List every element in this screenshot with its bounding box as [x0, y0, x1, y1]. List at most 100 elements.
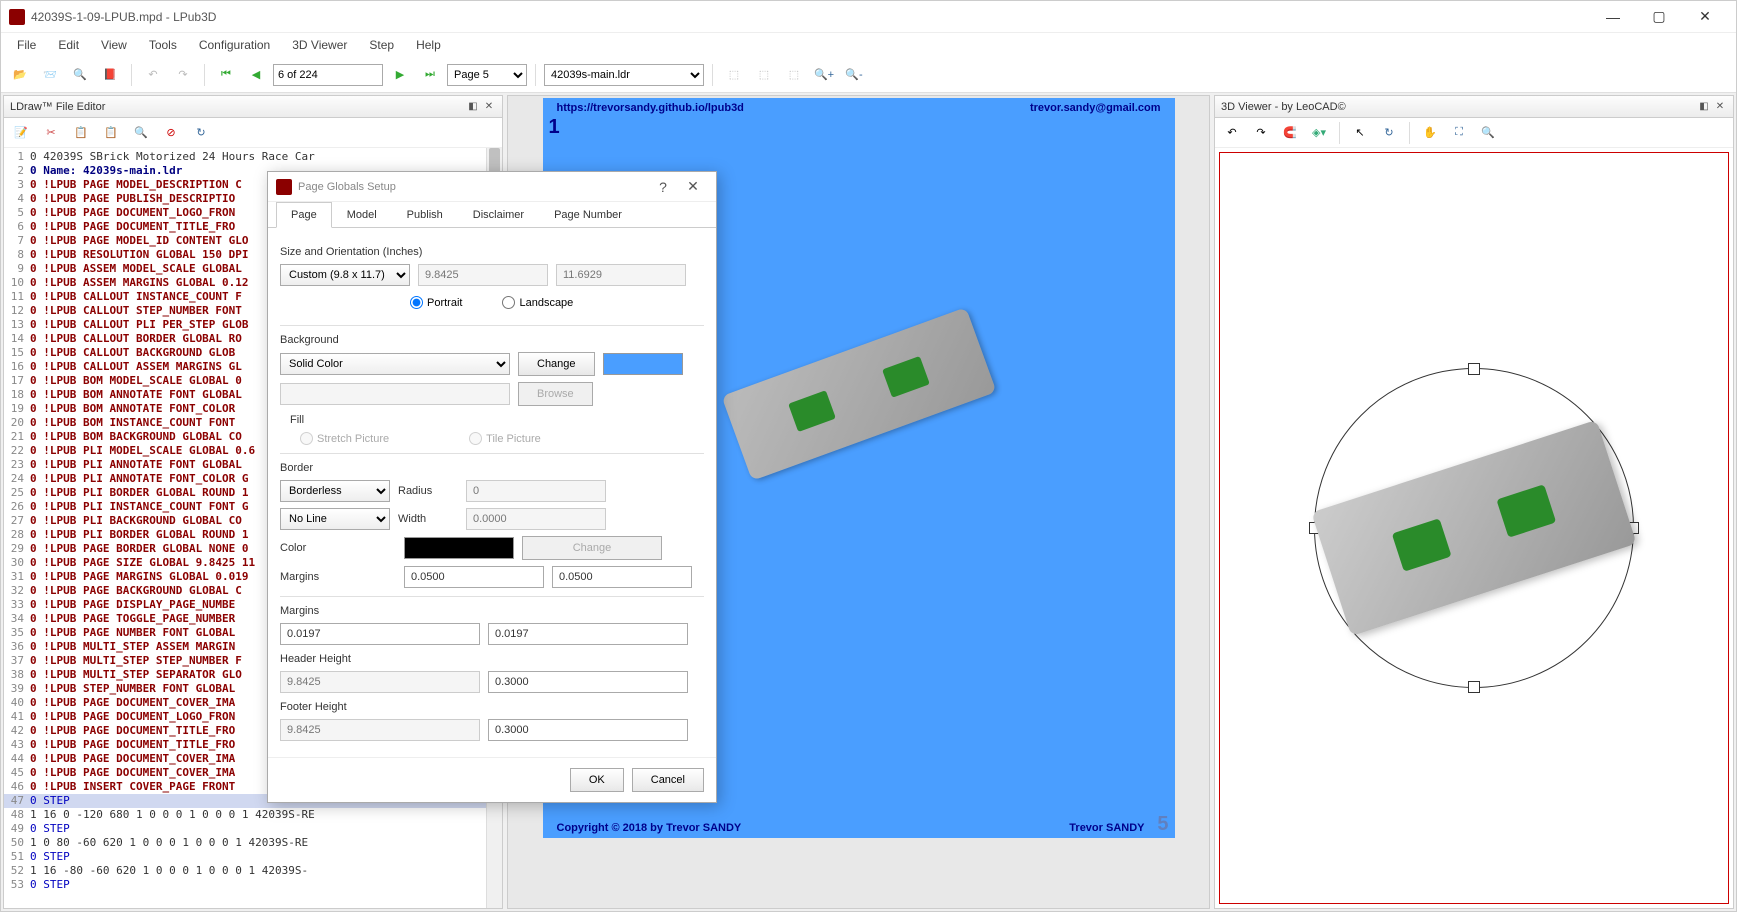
viewer-panel: 3D Viewer - by LeoCAD© ◧ ✕ ↶ ↷ 🧲 ◈▾ ↖ ↻ … [1214, 95, 1734, 909]
pdf-icon[interactable]: 📕 [97, 62, 123, 88]
menu-tools[interactable]: Tools [139, 36, 187, 54]
zoom-region-icon[interactable]: 🔍 [1475, 120, 1501, 146]
titlebar: 42039S-1-09-LPUB.mpd - LPub3D — ▢ ✕ [1, 1, 1736, 33]
width-input [418, 264, 548, 286]
border-line-select[interactable]: No Line [280, 508, 390, 530]
minimize-button[interactable]: — [1590, 2, 1636, 32]
page-margin-x-input[interactable] [280, 623, 480, 645]
close-button[interactable]: ✕ [1682, 2, 1728, 32]
footer-h2-input[interactable] [488, 719, 688, 741]
footer-height-label: Footer Height [280, 701, 704, 713]
panel-close-icon[interactable]: ✕ [482, 100, 496, 114]
page-margin-y-input[interactable] [488, 623, 688, 645]
line-53[interactable]: 530 STEP [4, 878, 502, 892]
line-49[interactable]: 490 STEP [4, 822, 502, 836]
line-51[interactable]: 510 STEP [4, 850, 502, 864]
menu-file[interactable]: File [7, 36, 46, 54]
open-icon[interactable]: 📂 [7, 62, 33, 88]
delete-icon[interactable]: ⊘ [158, 120, 184, 146]
rotate-icon[interactable]: ↻ [1376, 120, 1402, 146]
redo-icon[interactable]: ↷ [170, 62, 196, 88]
viewer-redo-icon[interactable]: ↷ [1248, 120, 1274, 146]
print-icon[interactable]: 🔍 [67, 62, 93, 88]
refresh-icon[interactable]: ↻ [188, 120, 214, 146]
menu-step[interactable]: Step [359, 36, 404, 54]
footer-h1-input [280, 719, 480, 741]
tab-page-number[interactable]: Page Number [539, 202, 637, 228]
menu-3d-viewer[interactable]: 3D Viewer [282, 36, 357, 54]
zoom-in-icon[interactable]: 🔍+ [811, 62, 837, 88]
last-page-icon[interactable]: ⏭ [417, 62, 443, 88]
cube-icon[interactable]: ◈▾ [1306, 120, 1332, 146]
bg-change-button[interactable]: Change [518, 352, 595, 376]
cut-icon[interactable]: ✂ [38, 120, 64, 146]
copy-icon[interactable]: 📋 [68, 120, 94, 146]
menu-help[interactable]: Help [406, 36, 451, 54]
bg-image-input [280, 383, 510, 405]
main-toolbar: 📂 📨 🔍 📕 ↶ ↷ ⏮ ◀ ▶ ⏭ Page 5 42039s-main.l… [1, 57, 1736, 93]
header-h2-input[interactable] [488, 671, 688, 693]
orbit-handle-top[interactable] [1468, 363, 1480, 375]
next-page-icon[interactable]: ▶ [387, 62, 413, 88]
border-width-input [466, 508, 606, 530]
menu-edit[interactable]: Edit [48, 36, 89, 54]
page-select[interactable]: Page 5 [447, 64, 527, 86]
cancel-button[interactable]: Cancel [632, 768, 704, 792]
viewer-float-icon[interactable]: ◧ [1697, 100, 1711, 114]
find-icon[interactable]: 🔍 [128, 120, 154, 146]
cursor-icon[interactable]: ↖ [1347, 120, 1373, 146]
model-select[interactable]: 42039s-main.ldr [544, 64, 704, 86]
tool-icon-2[interactable]: ⬚ [751, 62, 777, 88]
viewer-title: 3D Viewer - by LeoCAD© [1221, 101, 1346, 113]
line-48[interactable]: 481 16 0 -120 680 1 0 0 0 1 0 0 0 1 4203… [4, 808, 502, 822]
margin-y-input[interactable] [552, 566, 692, 588]
app-icon [9, 9, 25, 25]
tab-publish[interactable]: Publish [392, 202, 458, 228]
save-icon[interactable]: 📨 [37, 62, 63, 88]
line-52[interactable]: 521 16 -80 -60 620 1 0 0 0 1 0 0 0 1 420… [4, 864, 502, 878]
landscape-radio[interactable]: Landscape [502, 296, 573, 309]
ok-button[interactable]: OK [570, 768, 624, 792]
margins2-label: Margins [280, 605, 704, 617]
tab-disclaimer[interactable]: Disclaimer [458, 202, 539, 228]
dialog-close-icon[interactable]: ✕ [678, 178, 708, 195]
page-number: 5 [1157, 813, 1168, 836]
pan-icon[interactable]: ✋ [1417, 120, 1443, 146]
viewer-undo-icon[interactable]: ↶ [1219, 120, 1245, 146]
first-page-icon[interactable]: ⏮ [213, 62, 239, 88]
bg-color-swatch[interactable] [603, 353, 683, 375]
border-type-select[interactable]: Borderless [280, 480, 390, 502]
tab-page[interactable]: Page [276, 202, 332, 228]
size-select[interactable]: Custom (9.8 x 11.7) [280, 264, 410, 286]
dialog-help-icon[interactable]: ? [648, 179, 678, 195]
edit-icon[interactable]: 📝 [8, 120, 34, 146]
orbit-handle-bottom[interactable] [1468, 681, 1480, 693]
line-1[interactable]: 10 42039S SBrick Motorized 24 Hours Race… [4, 150, 502, 164]
tab-model[interactable]: Model [332, 202, 392, 228]
portrait-radio[interactable]: Portrait [410, 296, 462, 309]
viewer-close-icon[interactable]: ✕ [1713, 100, 1727, 114]
tool-icon-1[interactable]: ⬚ [721, 62, 747, 88]
margin-x-input[interactable] [404, 566, 544, 588]
zoom-fit-icon[interactable]: ⛶ [1446, 120, 1472, 146]
dialog-title: Page Globals Setup [298, 181, 648, 193]
maximize-button[interactable]: ▢ [1636, 2, 1682, 32]
menubar: FileEditViewToolsConfiguration3D ViewerS… [1, 33, 1736, 57]
page-position-input[interactable] [273, 64, 383, 86]
magnet-icon[interactable]: 🧲 [1277, 120, 1303, 146]
bg-type-select[interactable]: Solid Color [280, 353, 510, 375]
panel-float-icon[interactable]: ◧ [466, 100, 480, 114]
paste-icon[interactable]: 📋 [98, 120, 124, 146]
prev-page-icon[interactable]: ◀ [243, 62, 269, 88]
undo-icon[interactable]: ↶ [140, 62, 166, 88]
stretch-radio: Stretch Picture [300, 432, 389, 445]
viewer-body[interactable] [1219, 152, 1729, 904]
size-label: Size and Orientation (Inches) [280, 246, 704, 258]
border-label: Border [280, 462, 704, 474]
menu-view[interactable]: View [91, 36, 137, 54]
zoom-out-icon[interactable]: 🔍- [841, 62, 867, 88]
tool-icon-3[interactable]: ⬚ [781, 62, 807, 88]
window-title: 42039S-1-09-LPUB.mpd - LPub3D [31, 10, 1590, 24]
menu-configuration[interactable]: Configuration [189, 36, 280, 54]
line-50[interactable]: 501 0 80 -60 620 1 0 0 0 1 0 0 0 1 42039… [4, 836, 502, 850]
